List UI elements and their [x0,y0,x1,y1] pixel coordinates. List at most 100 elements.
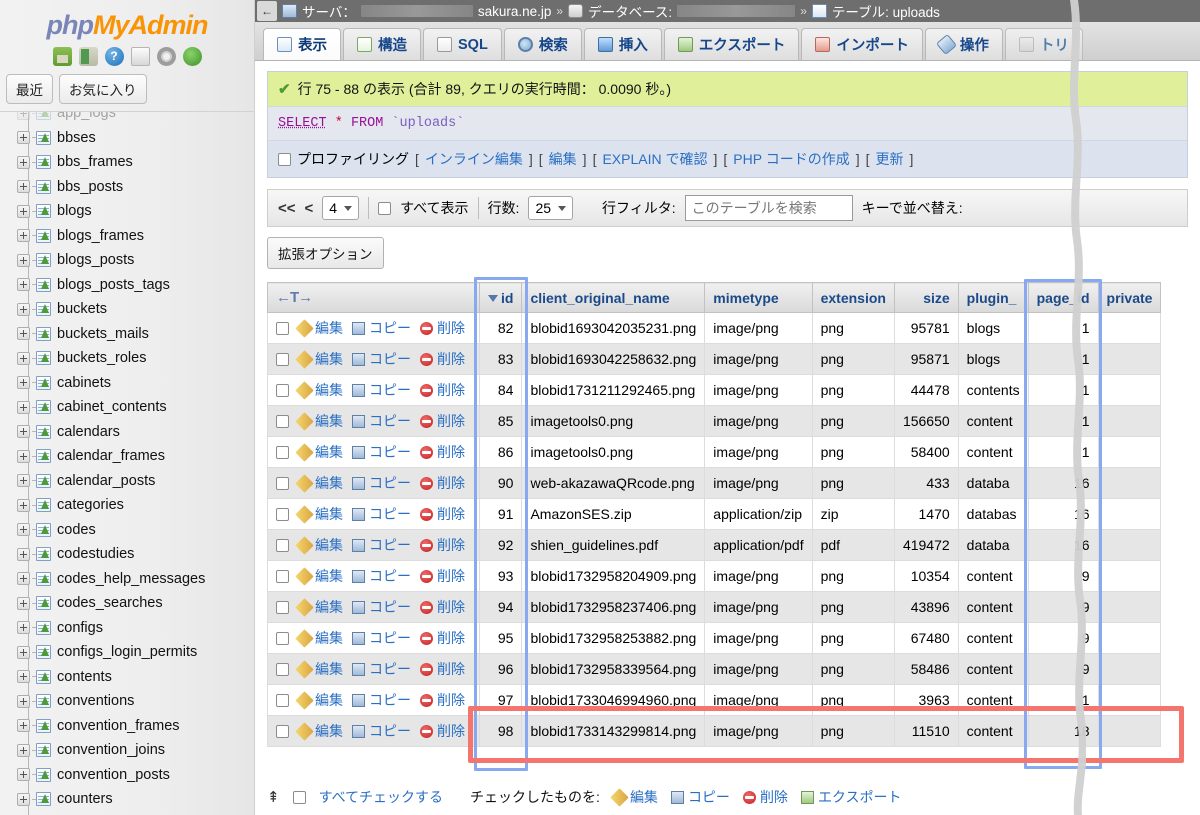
exit-icon[interactable] [78,47,98,66]
show-all-checkbox[interactable] [378,201,392,215]
row-copy-button[interactable]: コピー [352,473,411,493]
table-row[interactable]: 編集 コピー 削除 85 imagetools0.png image/png png 1566… [267,405,1162,437]
row-edit-button[interactable]: 編集 [295,628,343,648]
expand-icon[interactable] [17,112,30,120]
row-delete-button[interactable]: 削除 [420,442,465,462]
sidebar-table-item[interactable]: cabinets [0,371,254,396]
row-copy-button[interactable]: コピー [352,349,411,369]
sidebar-table-item[interactable]: counters [0,787,254,812]
expand-icon[interactable] [17,523,30,537]
row-delete-button[interactable]: 削除 [420,628,465,648]
row-checkbox[interactable] [276,383,289,397]
row-checkbox[interactable] [276,569,289,583]
breadcrumb-server-host[interactable]: sakura.ne.jp [478,4,552,19]
row-edit-button[interactable]: 編集 [295,690,343,710]
row-copy-button[interactable]: コピー [352,566,411,586]
row-checkbox[interactable] [276,693,289,707]
refresh-icon[interactable] [182,47,202,66]
header-private[interactable]: private [1097,282,1162,313]
row-edit-button[interactable]: 編集 [295,504,343,524]
row-checkbox[interactable] [276,631,289,645]
row-delete-button[interactable]: 削除 [420,411,465,431]
sidebar-table-item[interactable]: bbs_posts [0,175,254,200]
sidebar-table-item[interactable]: codes [0,518,254,543]
table-row[interactable]: 編集 コピー 削除 97 blobid1733046994960.png image/pn… [267,684,1162,716]
expand-icon[interactable] [17,180,30,194]
table-row[interactable]: 編集 コピー 削除 90 web-akazawaQRcode.png image/png p… [267,467,1162,499]
select-arrow-icon[interactable]: ⇞ [267,788,280,806]
prev-page-button[interactable]: < [305,200,314,217]
row-delete-button[interactable]: 削除 [420,318,465,338]
link-explain[interactable]: EXPLAIN で確認 [602,149,707,169]
doc-icon[interactable] [130,47,150,66]
row-copy-button[interactable]: コピー [352,535,411,555]
sidebar-table-item[interactable]: buckets_roles [0,346,254,371]
extended-options-button[interactable]: 拡張オプション [267,237,384,269]
check-all-checkbox[interactable] [292,790,306,804]
row-edit-button[interactable]: 編集 [295,318,343,338]
row-checkbox[interactable] [276,662,289,676]
expand-icon[interactable] [17,229,30,243]
expand-icon[interactable] [17,302,30,316]
expand-icon[interactable] [17,204,30,218]
expand-icon[interactable] [17,694,30,708]
check-all-label[interactable]: すべてチェックする [319,787,443,807]
sidebar-table-item[interactable]: convention_joins [0,738,254,763]
row-filter-input[interactable]: このテーブルを検索 [684,195,853,221]
expand-icon[interactable] [17,498,30,512]
gear-icon[interactable] [156,47,176,66]
tab-search[interactable]: 検索 [503,28,582,60]
table-row[interactable]: 編集 コピー 削除 91 AmazonSES.zip application/zip zip… [267,498,1162,530]
sidebar-table-item[interactable]: conventions [0,689,254,714]
row-copy-button[interactable]: コピー [352,690,411,710]
rows-per-page-select[interactable]: 25 [528,196,574,220]
header-client-original-name[interactable]: client_original_name [521,282,706,313]
expand-icon[interactable] [17,400,30,414]
sidebar-table-item[interactable]: convention_posts [0,763,254,788]
row-edit-button[interactable]: 編集 [295,566,343,586]
table-row[interactable]: 編集 コピー 削除 92 shien_guidelines.pdf application… [267,529,1162,561]
header-extension[interactable]: extension [811,282,895,313]
table-row[interactable]: 編集 コピー 削除 82 blobid1693042035231.png image/pn… [267,312,1162,344]
back-button[interactable]: ← [257,1,277,21]
tab-favorites[interactable]: お気に入り [59,74,147,104]
sidebar-table-item[interactable]: counter_counts [0,812,254,815]
row-edit-button[interactable]: 編集 [295,659,343,679]
row-edit-button[interactable]: 編集 [295,721,343,741]
row-checkbox[interactable] [276,321,289,335]
table-row[interactable]: 編集 コピー 削除 94 blobid1732958237406.png image/pn… [267,591,1162,623]
expand-icon[interactable] [17,327,30,341]
expand-icon[interactable] [17,376,30,390]
sidebar-table-item[interactable]: calendar_posts [0,469,254,494]
expand-icon[interactable] [17,474,30,488]
sidebar-table-item[interactable]: categories [0,493,254,518]
sidebar-table-item[interactable]: codes_searches [0,591,254,616]
row-edit-button[interactable]: 編集 [295,411,343,431]
expand-icon[interactable] [17,719,30,733]
table-row[interactable]: 編集 コピー 削除 86 imagetools0.png image/png png 5840… [267,436,1162,468]
table-row[interactable]: 編集 コピー 削除 96 blobid1732958339564.png image/pn… [267,653,1162,685]
table-row[interactable]: 編集 コピー 削除 95 blobid1732958253882.png image/pn… [267,622,1162,654]
sidebar-table-item[interactable]: convention_frames [0,714,254,739]
row-copy-button[interactable]: コピー [352,504,411,524]
header-id[interactable]: id [478,282,523,313]
row-copy-button[interactable]: コピー [352,597,411,617]
row-delete-button[interactable]: 削除 [420,473,465,493]
expand-icon[interactable] [17,768,30,782]
home-icon[interactable] [52,47,72,66]
sql-query-display[interactable]: SELECT * FROM `uploads` [268,107,1187,140]
row-delete-button[interactable]: 削除 [420,659,465,679]
sidebar-table-item[interactable]: bbs_frames [0,150,254,175]
row-copy-button[interactable]: コピー [352,721,411,741]
link-inline-edit[interactable]: インライン編集 [425,149,523,169]
table-row[interactable]: 編集 コピー 削除 98 blobid1733143299814.png image/pn… [267,715,1162,747]
row-edit-button[interactable]: 編集 [295,535,343,555]
tab-export[interactable]: エクスポート [663,28,800,60]
row-delete-button[interactable]: 削除 [420,690,465,710]
sidebar-table-item[interactable]: blogs [0,199,254,224]
bulk-copy-button[interactable]: コピー [670,787,730,807]
expand-icon[interactable] [17,278,30,292]
expand-icon[interactable] [17,621,30,635]
row-checkbox[interactable] [276,724,289,738]
expand-icon[interactable] [17,131,30,145]
